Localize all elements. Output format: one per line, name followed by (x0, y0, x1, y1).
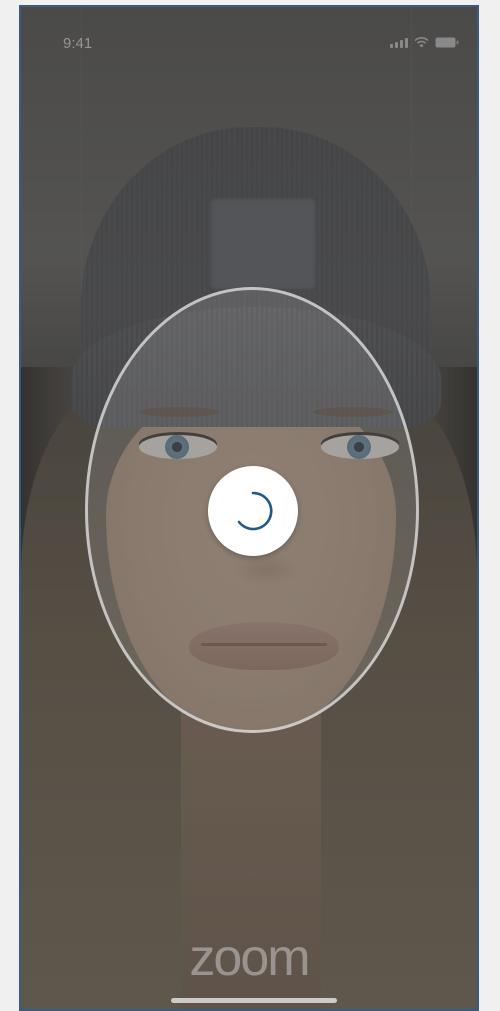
phone-screen: 9:41 zoom (19, 5, 479, 1011)
wifi-icon (414, 37, 429, 48)
home-indicator[interactable] (171, 998, 337, 1003)
battery-icon (435, 37, 459, 48)
signal-icon (390, 37, 408, 48)
loading-spinner-icon (227, 485, 279, 537)
status-icons (390, 37, 459, 48)
page: 9:41 zoom (0, 0, 500, 1011)
zoom-logo: zoom (189, 929, 310, 987)
status-bar: 9:41 (21, 7, 477, 67)
processing-indicator (208, 466, 298, 556)
status-time: 9:41 (63, 35, 93, 52)
